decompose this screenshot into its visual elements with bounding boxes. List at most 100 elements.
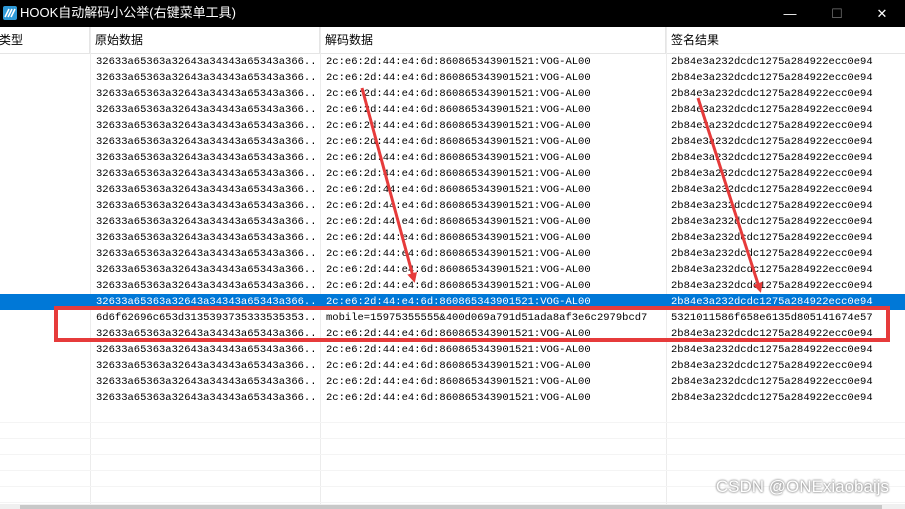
cell-decoded-data: 2c:e6:2d:44:e4:6d:860865343901521:VOG-AL…	[326, 344, 591, 356]
cell-signature: 2b84e3a232dcdc1275a284922ecc0e94	[671, 200, 873, 212]
cell-type	[0, 342, 90, 358]
cell-raw-data: 32633a65363a32643a34343a65343a366...	[96, 280, 316, 292]
cell-decoded-data: 2c:e6:2d:44:e4:6d:860865343901521:VOG-AL…	[326, 88, 591, 100]
table-row[interactable]: 32633a65363a32643a34343a65343a366... 2c:e…	[0, 182, 905, 198]
column-header-raw-data[interactable]: 原始数据	[90, 27, 320, 53]
cell-decoded-data: 2c:e6:2d:44:e4:6d:860865343901521:VOG-AL…	[326, 264, 591, 276]
cell-signature: 2b84e3a232dcdc1275a284922ecc0e94	[671, 56, 873, 68]
cell-type	[0, 214, 90, 230]
cell-signature: 2b84e3a232dcdc1275a284922ecc0e94	[671, 296, 873, 308]
table-row[interactable]: 32633a65363a32643a34343a65343a366... 2c:e…	[0, 166, 905, 182]
empty-row	[0, 438, 905, 455]
cell-decoded-data: 2c:e6:2d:44:e4:6d:860865343901521:VOG-AL…	[326, 184, 591, 196]
cell-signature: 2b84e3a232dcdc1275a284922ecc0e94	[671, 376, 873, 388]
table-row[interactable]: 32633a65363a32643a34343a65343a366... 2c:e…	[0, 278, 905, 294]
cell-type	[0, 86, 90, 102]
table-row[interactable]: 32633a65363a32643a34343a65343a366... 2c:e…	[0, 230, 905, 246]
cell-raw-data: 32633a65363a32643a34343a65343a366...	[96, 184, 316, 196]
cell-raw-data: 32633a65363a32643a34343a65343a366...	[96, 264, 316, 276]
cell-decoded-data: 2c:e6:2d:44:e4:6d:860865343901521:VOG-AL…	[326, 168, 591, 180]
watermark: CSDN @ONExiaobaijs	[715, 477, 889, 496]
cell-type	[0, 198, 90, 214]
horizontal-scrollbar[interactable]	[0, 504, 905, 509]
minimize-button[interactable]: —	[767, 0, 813, 27]
cell-signature: 2b84e3a232dcdc1275a284922ecc0e94	[671, 104, 873, 116]
table-row[interactable]: 32633a65363a32643a34343a65343a366... 2c:e…	[0, 262, 905, 278]
maximize-button[interactable]: ☐	[814, 0, 860, 27]
cell-raw-data: 32633a65363a32643a34343a65343a366...	[96, 136, 316, 148]
cell-signature: 2b84e3a232dcdc1275a284922ecc0e94	[671, 136, 873, 148]
cell-signature: 2b84e3a232dcdc1275a284922ecc0e94	[671, 248, 873, 260]
cell-type	[0, 358, 90, 374]
cell-type	[0, 310, 90, 326]
cell-raw-data: 32633a65363a32643a34343a65343a366...	[96, 296, 316, 308]
cell-raw-data: 32633a65363a32643a34343a65343a366...	[96, 248, 316, 260]
empty-row	[0, 422, 905, 439]
cell-signature: 2b84e3a232dcdc1275a284922ecc0e94	[671, 216, 873, 228]
close-button[interactable]: ✕	[859, 0, 905, 27]
cell-type	[0, 134, 90, 150]
table-row[interactable]: 32633a65363a32643a34343a65343a366... 2c:e…	[0, 246, 905, 262]
cell-signature: 2b84e3a232dcdc1275a284922ecc0e94	[671, 152, 873, 164]
cell-type	[0, 262, 90, 278]
cell-type	[0, 118, 90, 134]
table-row[interactable]: 32633a65363a32643a34343a65343a366... 2c:e…	[0, 390, 905, 406]
table-row[interactable]: 32633a65363a32643a34343a65343a366... 2c:e…	[0, 102, 905, 118]
cell-raw-data: 32633a65363a32643a34343a65343a366...	[96, 328, 316, 340]
cell-decoded-data: 2c:e6:2d:44:e4:6d:860865343901521:VOG-AL…	[326, 200, 591, 212]
cell-signature: 2b84e3a232dcdc1275a284922ecc0e94	[671, 72, 873, 84]
table-row[interactable]: 32633a65363a32643a34343a65343a366... 2c:e…	[0, 326, 905, 342]
cell-raw-data: 32633a65363a32643a34343a65343a366...	[96, 376, 316, 388]
table-row[interactable]: 32633a65363a32643a34343a65343a366... 2c:e…	[0, 150, 905, 166]
table-row[interactable]: 32633a65363a32643a34343a65343a366... 2c:e…	[0, 374, 905, 390]
cell-type	[0, 70, 90, 86]
cell-raw-data: 32633a65363a32643a34343a65343a366...	[96, 360, 316, 372]
cell-signature: 2b84e3a232dcdc1275a284922ecc0e94	[671, 184, 873, 196]
table-row[interactable]: 32633a65363a32643a34343a65343a366... 2c:e…	[0, 214, 905, 230]
table-row[interactable]: 6d6f62696c653d3135393735333535353... mobi…	[0, 310, 905, 326]
table-row[interactable]: 32633a65363a32643a34343a65343a366... 2c:e…	[0, 358, 905, 374]
cell-decoded-data: mobile=15975355555&400d069a791d51ada8af3…	[326, 312, 648, 324]
cell-signature: 2b84e3a232dcdc1275a284922ecc0e94	[671, 392, 873, 404]
cell-type	[0, 294, 90, 310]
cell-decoded-data: 2c:e6:2d:44:e4:6d:860865343901521:VOG-AL…	[326, 296, 591, 308]
cell-type	[0, 166, 90, 182]
table-row[interactable]: 32633a65363a32643a34343a65343a366... 2c:e…	[0, 54, 905, 70]
cell-raw-data: 32633a65363a32643a34343a65343a366...	[96, 120, 316, 132]
column-header-type[interactable]: 类型	[0, 27, 90, 53]
table-row[interactable]: 32633a65363a32643a34343a65343a366... 2c:e…	[0, 118, 905, 134]
cell-raw-data: 32633a65363a32643a34343a65343a366...	[96, 152, 316, 164]
table-row[interactable]: 32633a65363a32643a34343a65343a366... 2c:e…	[0, 86, 905, 102]
cell-signature: 5321011586f658e6135d805141674e57	[671, 312, 873, 324]
cell-type	[0, 230, 90, 246]
cell-decoded-data: 2c:e6:2d:44:e4:6d:860865343901521:VOG-AL…	[326, 72, 591, 84]
table-row[interactable]: 32633a65363a32643a34343a65343a366... 2c:e…	[0, 294, 905, 310]
cell-raw-data: 32633a65363a32643a34343a65343a366...	[96, 72, 316, 84]
column-header-signature[interactable]: 签名结果	[666, 27, 905, 53]
cell-raw-data: 32633a65363a32643a34343a65343a366...	[96, 392, 316, 404]
cell-raw-data: 32633a65363a32643a34343a65343a366...	[96, 200, 316, 212]
cell-signature: 2b84e3a232dcdc1275a284922ecc0e94	[671, 280, 873, 292]
table-row[interactable]: 32633a65363a32643a34343a65343a366... 2c:e…	[0, 198, 905, 214]
table-row[interactable]: 32633a65363a32643a34343a65343a366... 2c:e…	[0, 70, 905, 86]
cell-signature: 2b84e3a232dcdc1275a284922ecc0e94	[671, 360, 873, 372]
cell-decoded-data: 2c:e6:2d:44:e4:6d:860865343901521:VOG-AL…	[326, 360, 591, 372]
scrollbar-thumb[interactable]	[20, 505, 882, 509]
title-bar[interactable]: HOOK自动解码小公举(右键菜单工具) — ☐ ✕	[0, 0, 905, 27]
cell-raw-data: 32633a65363a32643a34343a65343a366...	[96, 104, 316, 116]
cell-raw-data: 32633a65363a32643a34343a65343a366...	[96, 232, 316, 244]
table-row[interactable]: 32633a65363a32643a34343a65343a366... 2c:e…	[0, 134, 905, 150]
cell-type	[0, 150, 90, 166]
table-row[interactable]: 32633a65363a32643a34343a65343a366... 2c:e…	[0, 342, 905, 358]
cell-type	[0, 182, 90, 198]
cell-raw-data: 32633a65363a32643a34343a65343a366...	[96, 344, 316, 356]
cell-decoded-data: 2c:e6:2d:44:e4:6d:860865343901521:VOG-AL…	[326, 104, 591, 116]
cell-signature: 2b84e3a232dcdc1275a284922ecc0e94	[671, 328, 873, 340]
data-list[interactable]: 32633a65363a32643a34343a65343a366... 2c:e…	[0, 54, 905, 504]
column-header-decoded-data[interactable]: 解码数据	[320, 27, 666, 53]
cell-signature: 2b84e3a232dcdc1275a284922ecc0e94	[671, 232, 873, 244]
cell-signature: 2b84e3a232dcdc1275a284922ecc0e94	[671, 264, 873, 276]
cell-decoded-data: 2c:e6:2d:44:e4:6d:860865343901521:VOG-AL…	[326, 392, 591, 404]
cell-decoded-data: 2c:e6:2d:44:e4:6d:860865343901521:VOG-AL…	[326, 152, 591, 164]
app-logo-icon	[3, 6, 17, 20]
